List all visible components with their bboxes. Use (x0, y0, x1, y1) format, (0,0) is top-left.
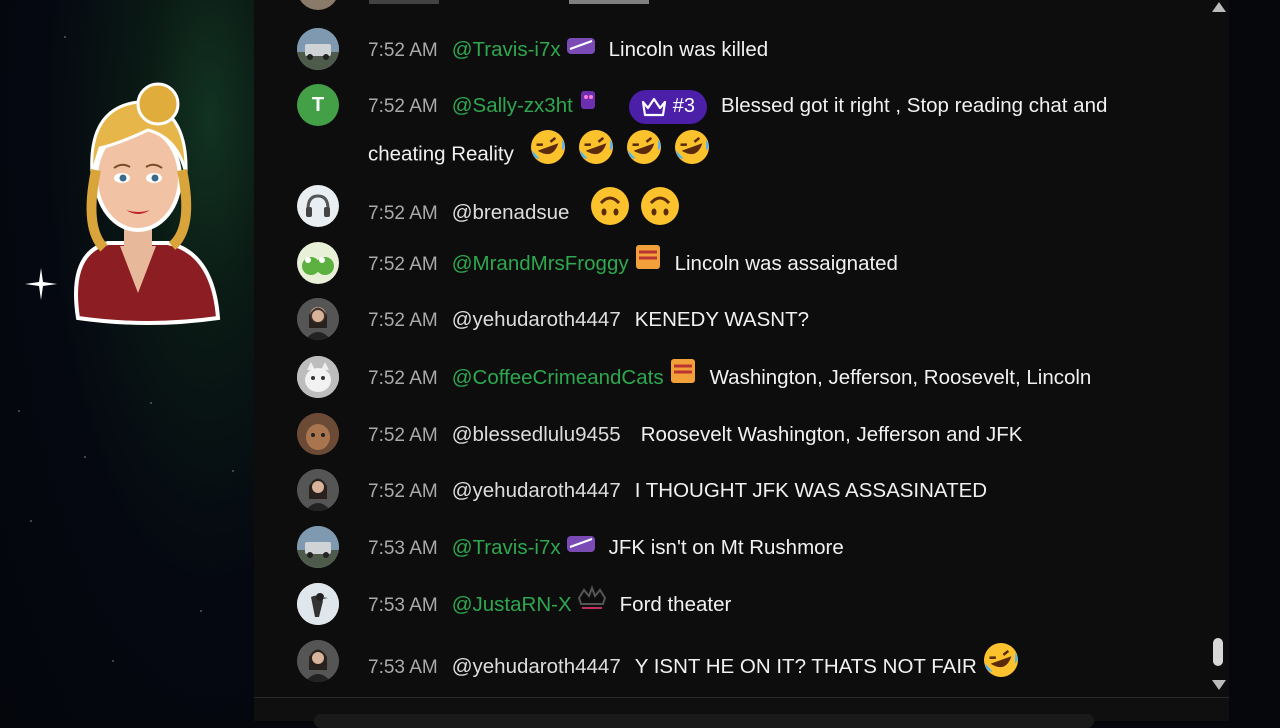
avatar[interactable] (297, 583, 339, 625)
chat-message: T 7:52 AM @Sally-zx3ht #3 Blessed got it ri… (297, 84, 1197, 172)
rolling-laughing-emoji-icon (981, 640, 1021, 695)
bird-photo-icon (297, 583, 339, 625)
chat-message: 7:53 AM @yehudaroth4447 Y ISNT HE ON IT? T… (297, 640, 1197, 683)
author-name[interactable]: @MrandMrsFroggy (452, 252, 629, 275)
avatar[interactable] (297, 526, 339, 568)
message-text: Y ISNT HE ON IT? THATS NOT FAIR (634, 654, 977, 678)
avatar[interactable] (297, 640, 339, 682)
message-text: KENEDY WASNT? (634, 308, 810, 331)
truck-photo-icon (297, 28, 339, 70)
avatar[interactable]: T (297, 84, 339, 126)
member-badge-icon (577, 85, 599, 128)
author-name[interactable]: @brenadsue (452, 201, 570, 224)
rank-badge: #3 (628, 89, 708, 124)
rolling-laughing-emoji-icon (576, 127, 616, 183)
rank-label: #3 (672, 95, 696, 118)
member-badge-icon (565, 29, 597, 72)
timestamp: 7:52 AM (368, 202, 438, 224)
author-name[interactable]: @CoffeeCrimeandCats (452, 366, 664, 389)
user-photo-icon (297, 640, 339, 682)
avatar[interactable] (297, 28, 339, 70)
author-name[interactable]: @Travis-i7x (452, 38, 561, 61)
upside-down-face-emoji-icon (589, 185, 631, 242)
member-badge-icon (668, 356, 698, 401)
avatar[interactable] (297, 413, 339, 455)
scroll-down-arrow-icon[interactable] (1211, 678, 1227, 692)
message-text: JFK isn't on Mt Rushmore (608, 536, 844, 559)
chat-message: 7:52 AM @CoffeeCrimeandCats Washington, Je… (297, 356, 1197, 399)
message-text: I THOUGHT JFK WAS ASSASINATED (634, 479, 988, 502)
timestamp: 7:52 AM (368, 254, 438, 275)
timestamp: 7:52 AM (368, 310, 438, 331)
timestamp: 7:52 AM (368, 368, 438, 389)
chat-message: 7:52 AM @Travis-i7x Lincoln was killed (297, 28, 1197, 71)
rolling-laughing-emoji-icon (528, 127, 568, 183)
message-text: Washington, Jefferson, Roosevelt, Lincol… (709, 366, 1092, 389)
avatar (297, 0, 339, 10)
member-badge-icon (633, 242, 663, 287)
scroll-up-arrow-icon[interactable] (1211, 0, 1227, 14)
timestamp: 7:52 AM (368, 481, 438, 502)
avatar-letter: T (311, 93, 325, 116)
author-name[interactable]: @yehudaroth4447 (452, 308, 621, 331)
user-photo-icon (297, 298, 339, 340)
avatar[interactable] (297, 298, 339, 340)
scrollbar-thumb[interactable] (1213, 638, 1223, 666)
author-name[interactable]: @JustaRN-X (452, 593, 572, 616)
chat-message: 7:53 AM @JustaRN-X Ford theater (297, 583, 1197, 626)
rolling-laughing-emoji-icon (624, 127, 664, 183)
truck-photo-icon (297, 526, 339, 568)
author-name[interactable]: @yehudaroth4447 (452, 655, 621, 678)
message-text: Lincoln was killed (608, 38, 769, 61)
page-edge (1229, 0, 1280, 720)
member-badge-icon (576, 584, 608, 627)
timestamp: 7:53 AM (368, 656, 438, 678)
timestamp: 7:53 AM (368, 538, 438, 559)
rolling-laughing-emoji-icon (672, 127, 712, 183)
clipped-message (369, 0, 699, 6)
avatar[interactable] (297, 469, 339, 511)
headphones-icon (306, 194, 330, 217)
message-text: Blessed got it right , Stop reading chat… (721, 94, 1108, 117)
timestamp: 7:52 AM (368, 425, 438, 446)
stream-overlay-panel (0, 0, 254, 720)
message-text: Lincoln was assaignated (674, 252, 898, 275)
streamer-cartoon-avatar (74, 82, 221, 325)
chat-message: 7:52 AM @brenadsue (297, 185, 1197, 228)
avatar[interactable] (297, 185, 339, 227)
dog-photo-icon (297, 413, 339, 455)
sparkle-icon (25, 268, 57, 300)
chat-message: 7:53 AM @Travis-i7x JFK isn't on Mt Rushmo… (297, 526, 1197, 569)
avatar[interactable] (297, 242, 339, 284)
timestamp: 7:53 AM (368, 595, 438, 616)
cat-photo-icon (297, 356, 339, 398)
user-photo-icon (297, 469, 339, 511)
member-badge-icon (565, 527, 597, 570)
timestamp: 7:52 AM (368, 40, 438, 61)
message-text: Roosevelt Washington, Jefferson and JFK (640, 423, 1023, 446)
author-name[interactable]: @Sally-zx3ht (452, 94, 573, 117)
chat-message: 7:52 AM @yehudaroth4447 I THOUGHT JFK WAS … (297, 469, 1197, 512)
message-text: Ford theater (619, 593, 732, 616)
chat-input-field[interactable] (314, 714, 1094, 728)
chat-message: 7:52 AM @MrandMrsFroggy Lincoln was assaig… (297, 242, 1197, 285)
chat-message: 7:52 AM @blessedlulu9455 Roosevelt Washing… (297, 413, 1197, 456)
chat-message: 7:52 AM @yehudaroth4447 KENEDY WASNT? (297, 298, 1197, 341)
avatar[interactable] (297, 356, 339, 398)
chat-input-area[interactable] (254, 697, 1229, 728)
timestamp: 7:52 AM (368, 96, 438, 117)
crown-icon (641, 97, 666, 116)
upside-down-face-emoji-icon (639, 185, 681, 242)
author-name[interactable]: @blessedlulu9455 (452, 423, 621, 446)
frogs-icon (302, 257, 334, 275)
message-text-continued: cheating Reality (368, 142, 514, 166)
author-name[interactable]: @yehudaroth4447 (452, 479, 621, 502)
author-name[interactable]: @Travis-i7x (452, 536, 561, 559)
